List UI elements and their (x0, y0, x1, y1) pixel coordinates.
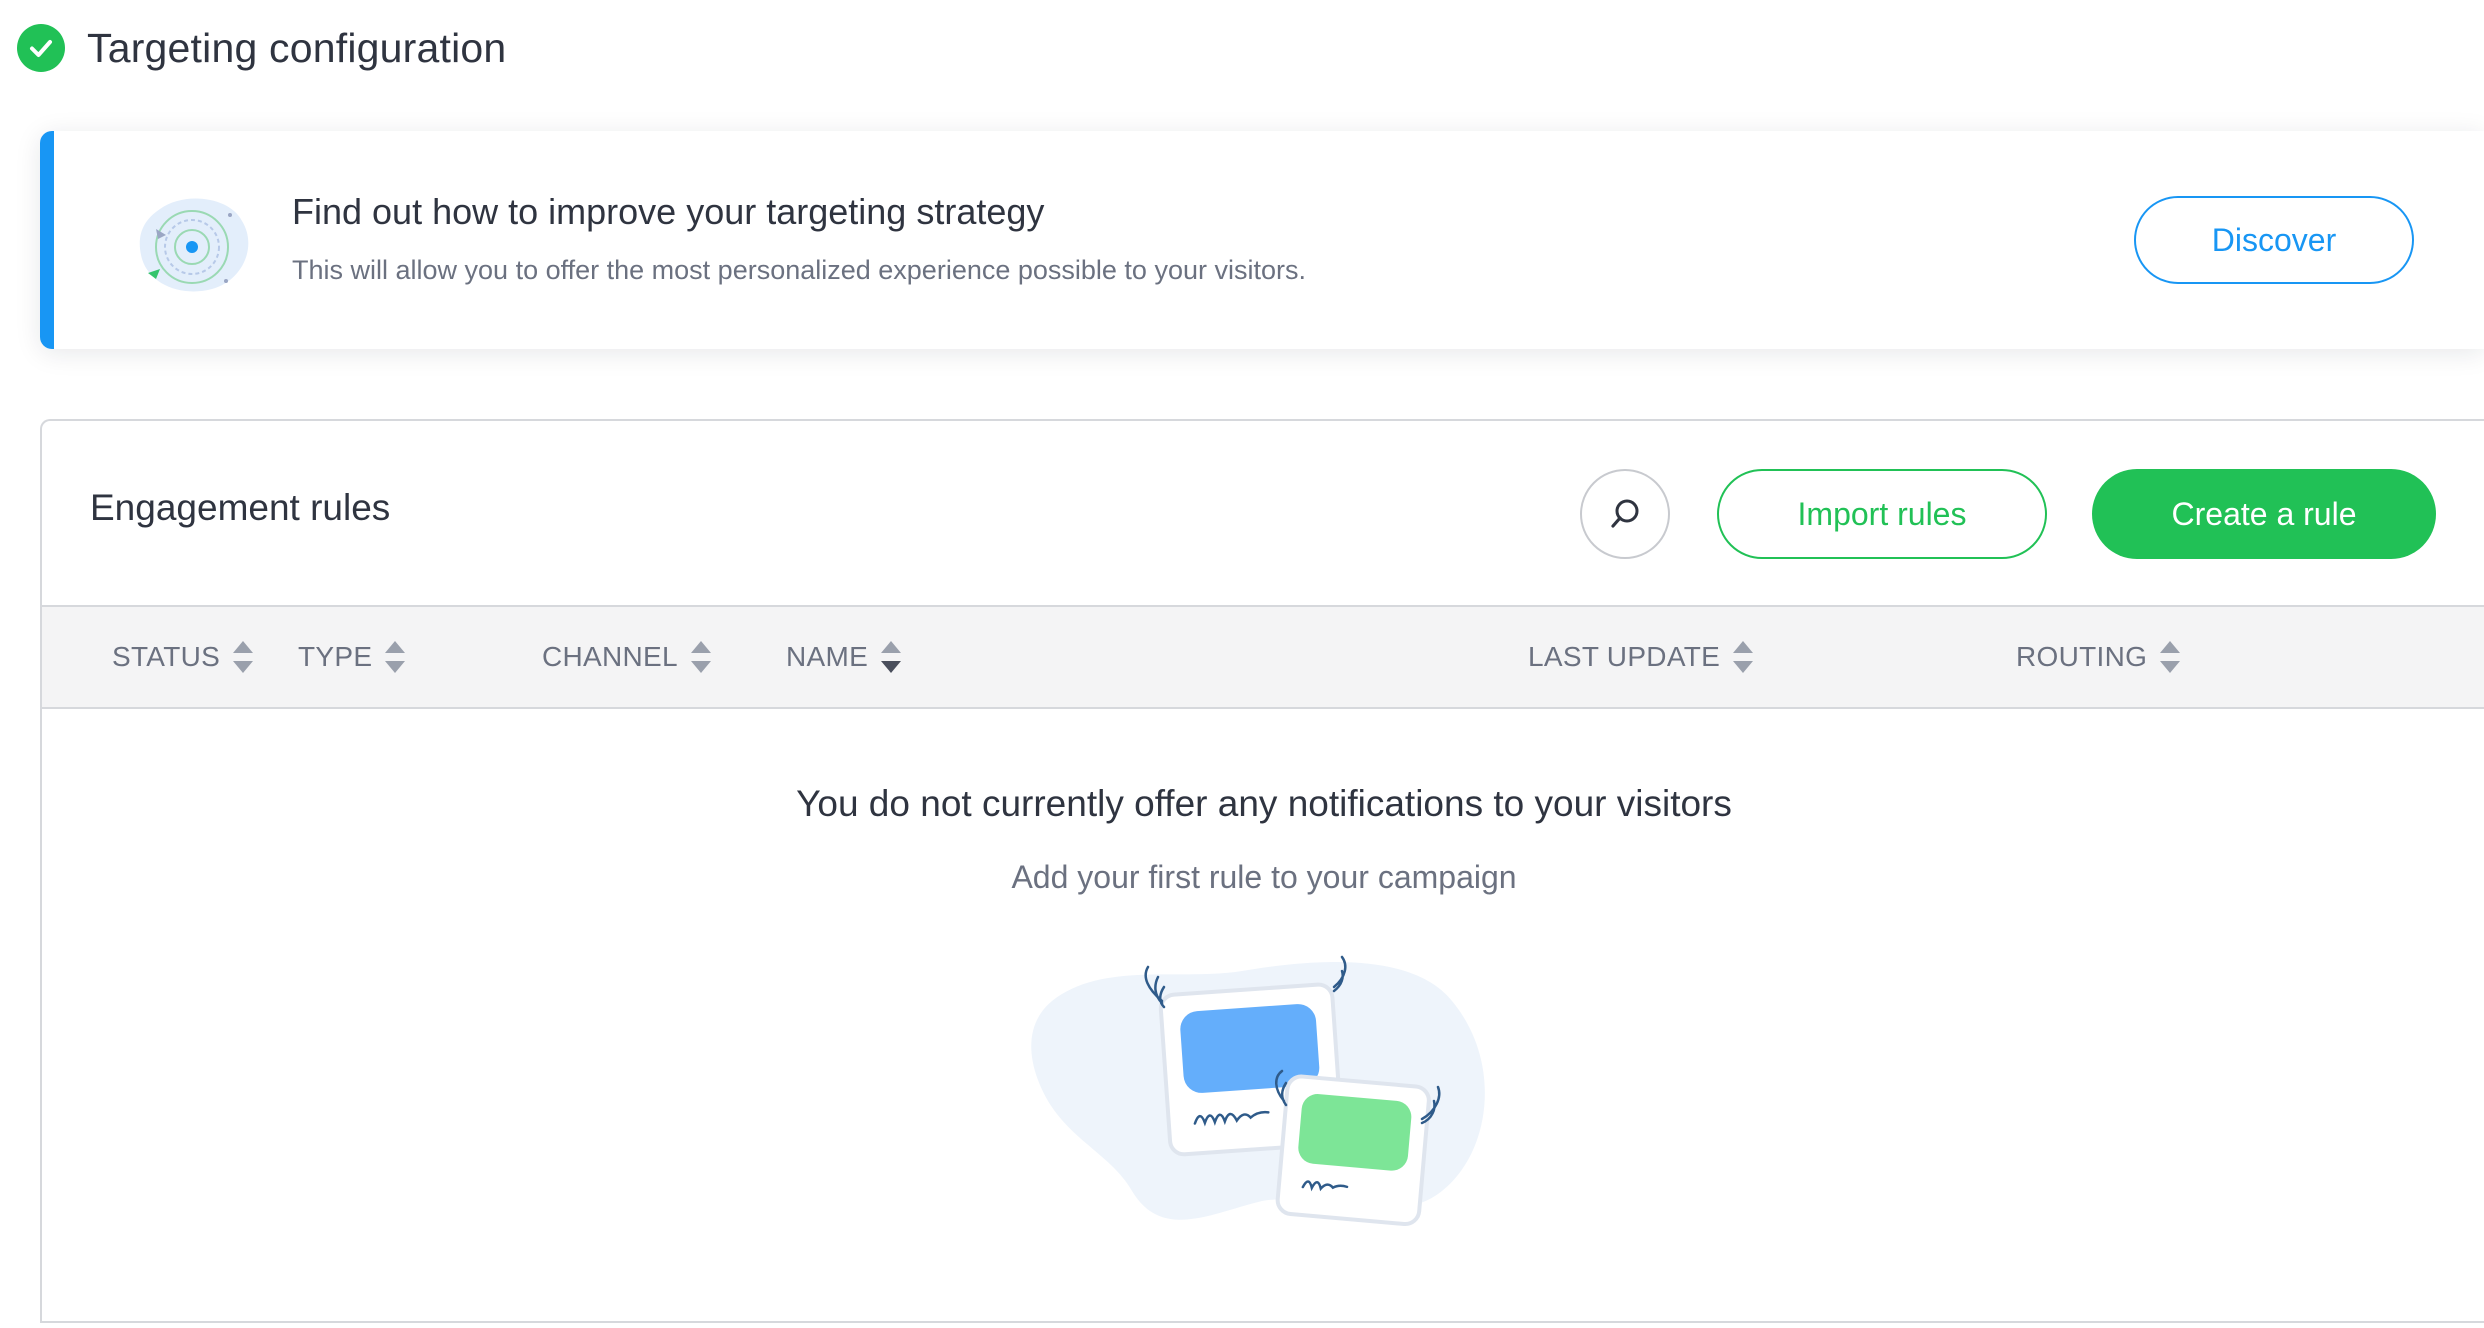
column-header-type[interactable]: TYPE (298, 607, 406, 707)
target-illustration-icon (130, 189, 260, 299)
discover-button[interactable]: Discover (2134, 196, 2414, 284)
banner-title: Find out how to improve your targeting s… (292, 191, 1045, 232)
search-icon (1611, 499, 1639, 528)
sort-icon (2160, 641, 2181, 673)
column-header-last-update[interactable]: LAST UPDATE (1528, 607, 1754, 707)
engagement-rules-title: Engagement rules (90, 487, 391, 528)
empty-state-subtitle: Add your first rule to your campaign (1011, 859, 1517, 895)
column-header-status[interactable]: STATUS (112, 607, 254, 707)
rules-table-header: STATUS TYPE CHANNEL NAME LAST UPDATE ROU… (42, 605, 2484, 709)
sort-icon (385, 641, 406, 673)
engagement-rules-panel: Engagement rules Import rules Create a r… (40, 419, 2484, 1323)
sort-icon (690, 641, 711, 673)
sort-icon (233, 641, 254, 673)
banner-subtitle: This will allow you to offer the most pe… (292, 255, 1306, 285)
column-header-channel[interactable]: CHANNEL (542, 607, 712, 707)
sort-icon (1733, 641, 1754, 673)
page-header: Targeting configuration (17, 20, 506, 76)
banner-accent-bar (40, 131, 54, 349)
sort-descending-icon (881, 641, 902, 673)
empty-state-title: You do not currently offer any notificat… (796, 783, 1732, 824)
column-header-name[interactable]: NAME (786, 607, 902, 707)
targeting-tip-banner: Find out how to improve your targeting s… (40, 131, 2484, 349)
page-title: Targeting configuration (87, 24, 507, 71)
import-rules-button[interactable]: Import rules (1717, 469, 2047, 559)
create-rule-button[interactable]: Create a rule (2092, 469, 2436, 559)
search-button[interactable] (1580, 469, 1670, 559)
flying-messages-illustration-icon (1012, 941, 1532, 1271)
check-circle-icon (17, 24, 65, 72)
column-header-routing[interactable]: ROUTING (2016, 607, 2181, 707)
